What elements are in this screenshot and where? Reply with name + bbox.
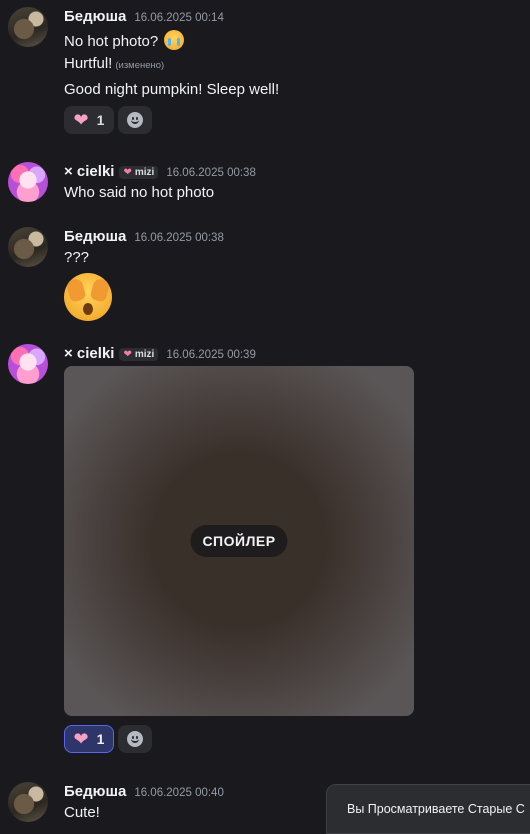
message-text: Hurtful! (изменено) [64,55,164,72]
timestamp[interactable]: 16.06.2025 00:14 [134,12,224,24]
edited-label: (изменено) [115,60,165,71]
hand-shape [65,277,87,303]
message-text-content: No hot photo? [64,33,159,50]
spoiler-image[interactable]: СПОЙЛЕР [64,366,414,716]
reaction-heart-button[interactable]: ❤ 1 [64,725,114,753]
message-header: Бедюша 16.06.2025 00:14 [64,8,224,25]
message-text: Cute! [64,804,100,821]
timestamp[interactable]: 16.06.2025 00:40 [134,787,224,799]
message-header: Бедюша 16.06.2025 00:38 [64,228,224,245]
smiley-icon [127,112,143,128]
author-name[interactable]: × cielki [64,345,114,362]
face-with-open-eyes-and-hand-over-mouth-icon [64,273,112,321]
avatar[interactable] [8,162,48,202]
heart-icon: ❤ [73,110,89,130]
message-text: No hot photo? [64,30,185,50]
message-header: Бедюша 16.06.2025 00:40 [64,783,224,800]
spoiler-button[interactable]: СПОЙЛЕР [190,525,288,557]
message-text: Who said no hot photo [64,184,215,201]
hand-shape [89,277,111,303]
timestamp[interactable]: 16.06.2025 00:39 [166,349,256,361]
add-reaction-button[interactable] [118,106,152,134]
timestamp[interactable]: 16.06.2025 00:38 [134,232,224,244]
jump-to-present-banner[interactable]: Вы Просматриваете Старые С [326,784,530,834]
mouth-shape [83,303,93,315]
guild-tag-label: mizi [134,349,155,360]
reactions-bar: ❤ 1 [64,106,152,134]
message-header: × cielki ❤ mizi 16.06.2025 00:38 [64,163,256,180]
timestamp[interactable]: 16.06.2025 00:38 [166,167,256,179]
heart-icon: ❤ [123,349,132,360]
author-name[interactable]: Бедюша [64,783,126,800]
smiley-icon [127,731,143,747]
reactions-bar: ❤ 1 [64,725,152,753]
guild-tag[interactable]: ❤ mizi [119,166,159,179]
add-reaction-button[interactable] [118,725,152,753]
message-text-content: Hurtful! [64,55,113,72]
reaction-count: 1 [96,112,105,128]
avatar[interactable] [8,227,48,267]
avatar[interactable] [8,782,48,822]
heart-icon: ❤ [73,729,89,749]
author-name[interactable]: Бедюша [64,228,126,245]
author-name[interactable]: Бедюша [64,8,126,25]
reaction-heart-button[interactable]: ❤ 1 [64,106,114,134]
message-text: Good night pumpkin! Sleep well! [64,81,280,98]
loudly-crying-face-icon [164,30,185,50]
avatar[interactable] [8,7,48,47]
guild-tag-label: mizi [134,167,155,178]
heart-icon: ❤ [123,167,132,178]
reaction-count: 1 [96,731,105,747]
message-text: ??? [64,249,90,266]
message-header: × cielki ❤ mizi 16.06.2025 00:39 [64,345,256,362]
avatar[interactable] [8,344,48,384]
guild-tag[interactable]: ❤ mizi [119,348,159,361]
author-name[interactable]: × cielki [64,163,114,180]
